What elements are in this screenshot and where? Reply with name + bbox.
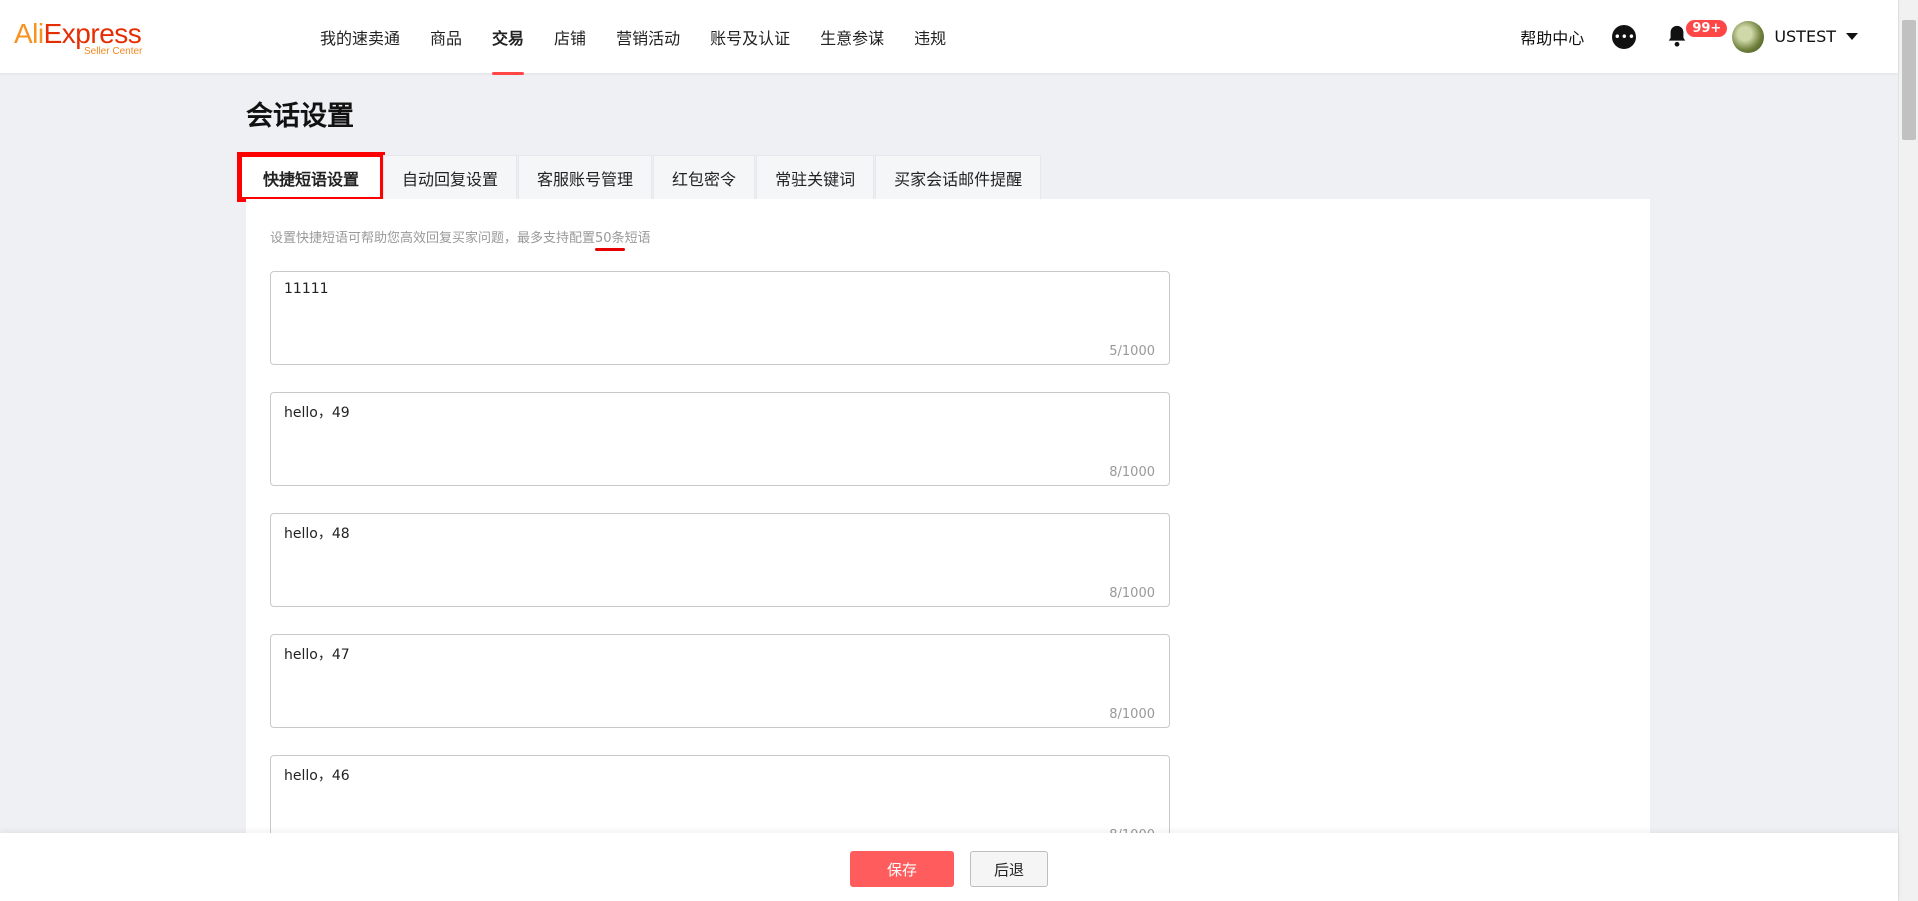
- phrase-textarea[interactable]: hello，48 8/1000: [270, 513, 1170, 607]
- phrase-text: hello，47: [284, 647, 350, 663]
- hint-text: 设置快捷短语可帮助您高效回复买家问题，最多支持配置50条短语: [270, 227, 651, 246]
- nav-item-business-advisor[interactable]: 生意参谋: [820, 25, 884, 49]
- scrollbar-thumb[interactable]: [1902, 20, 1916, 140]
- tab-red-packet-code[interactable]: 红包密令: [653, 155, 756, 199]
- phrase-text: 11111: [284, 281, 329, 297]
- hint-limit-number: 50: [595, 231, 612, 246]
- nav-item-account[interactable]: 账号及认证: [710, 25, 790, 49]
- tab-email-reminder[interactable]: 买家会话邮件提醒: [875, 155, 1042, 199]
- chat-bubble-icon[interactable]: •••: [1612, 24, 1637, 49]
- quick-phrases-panel: 设置快捷短语可帮助您高效回复买家问题，最多支持配置50条短语 11111 5/1…: [246, 199, 1650, 901]
- aliexpress-logo[interactable]: AliExpress Seller Center: [14, 18, 154, 58]
- hint-prefix: 设置快捷短语可帮助您高效回复买家问题，最多支持配置: [270, 231, 596, 246]
- action-bar: 保存 后退: [0, 833, 1898, 901]
- nav-item-my-aliexpress[interactable]: 我的速卖通: [320, 25, 400, 49]
- tab-service-accounts[interactable]: 客服账号管理: [518, 155, 653, 199]
- nav-item-marketing[interactable]: 营销活动: [616, 25, 680, 49]
- char-counter: 8/1000: [1109, 586, 1155, 601]
- char-counter: 8/1000: [1109, 465, 1155, 480]
- phrase-textarea[interactable]: hello，49 8/1000: [270, 392, 1170, 486]
- avatar[interactable]: [1732, 20, 1765, 53]
- notifications-button[interactable]: 99+: [1666, 19, 1728, 50]
- hint-limit-unit: 条: [611, 231, 625, 246]
- top-header: AliExpress Seller Center 我的速卖通 商品 交易 店铺 …: [0, 0, 1898, 75]
- save-button[interactable]: 保存: [850, 851, 954, 887]
- tab-pinned-keywords[interactable]: 常驻关键词: [756, 155, 875, 199]
- logo-subtitle: Seller Center: [84, 46, 143, 57]
- chevron-down-icon[interactable]: [1846, 33, 1858, 40]
- logo-wordmark-b: Express: [43, 18, 142, 49]
- tab-quick-phrases[interactable]: 快捷短语设置: [236, 152, 386, 202]
- phrase-text: hello，49: [284, 405, 350, 421]
- nav-item-store[interactable]: 店铺: [554, 25, 586, 49]
- nav-item-products[interactable]: 商品: [430, 25, 462, 49]
- phrase-textarea[interactable]: 11111 5/1000: [270, 271, 1170, 365]
- logo-wordmark-a: Ali: [14, 18, 44, 49]
- back-button[interactable]: 后退: [970, 851, 1048, 887]
- char-counter: 5/1000: [1109, 344, 1155, 359]
- page-title: 会话设置: [246, 101, 354, 132]
- page-scrollbar[interactable]: [1898, 0, 1918, 901]
- char-counter: 8/1000: [1109, 707, 1155, 722]
- help-center-link[interactable]: 帮助中心: [1520, 25, 1584, 49]
- hint-suffix: 短语: [624, 231, 651, 246]
- main-nav: 我的速卖通 商品 交易 店铺 营销活动 账号及认证 生意参谋 违规: [320, 0, 976, 75]
- phrase-text: hello，46: [284, 768, 350, 784]
- tab-auto-reply[interactable]: 自动回复设置: [383, 155, 518, 199]
- phrase-textarea[interactable]: hello，47 8/1000: [270, 634, 1170, 728]
- settings-tabs: 快捷短语设置 自动回复设置 客服账号管理 红包密令 常驻关键词 买家会话邮件提醒: [236, 152, 1042, 202]
- nav-item-violations[interactable]: 违规: [914, 25, 946, 49]
- notification-count-badge: 99+: [1686, 19, 1728, 37]
- user-name[interactable]: USTEST: [1774, 27, 1836, 46]
- header-actions: 帮助中心 ••• 99+ USTEST: [1520, 0, 1898, 73]
- bell-icon: [1669, 25, 1686, 47]
- phrase-text: hello，48: [284, 526, 350, 542]
- nav-item-transactions[interactable]: 交易: [492, 25, 525, 75]
- hint-limit-marked: 50条: [595, 231, 625, 246]
